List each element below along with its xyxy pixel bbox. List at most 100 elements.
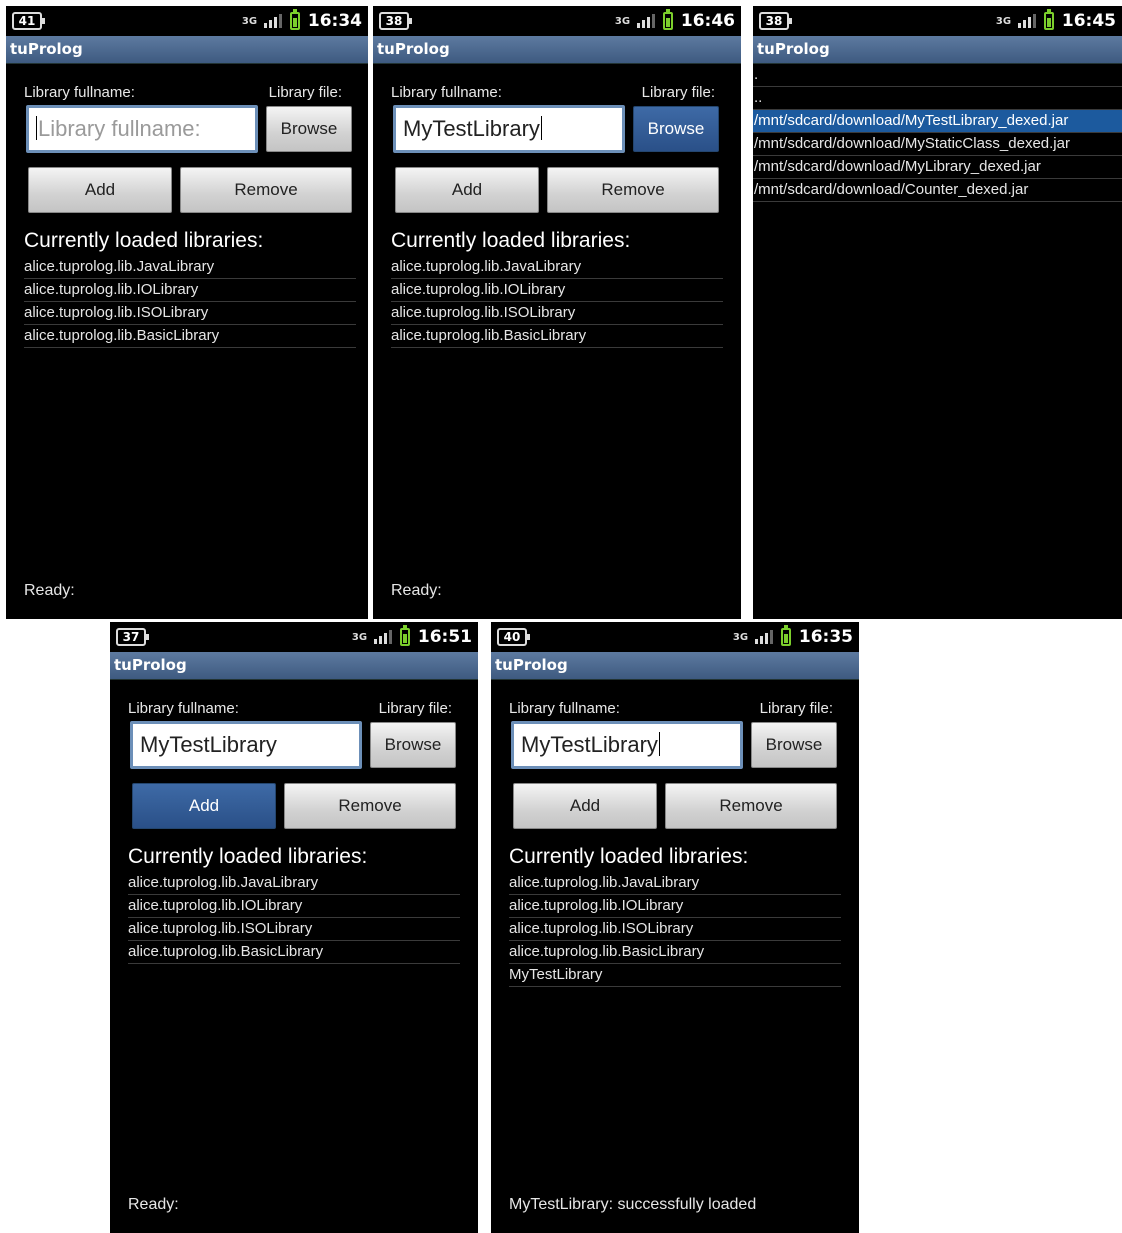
file-entry[interactable]: /mnt/sdcard/download/Counter_dexed.jar xyxy=(753,179,1122,202)
library-fullname-input[interactable]: MyTestLibrary xyxy=(393,105,625,153)
library-fullname-label: Library fullname: xyxy=(128,700,239,717)
file-entry[interactable]: /mnt/sdcard/download/MyLibrary_dexed.jar xyxy=(753,156,1122,179)
library-list-item[interactable]: alice.tuprolog.lib.ISOLibrary xyxy=(128,918,460,941)
clock: 16:46 xyxy=(680,11,735,31)
app-title: tuProlog xyxy=(114,656,187,674)
file-browser-list: . .. /mnt/sdcard/download/MyTestLibrary_… xyxy=(753,64,1122,202)
app-title-bar: tuProlog xyxy=(6,36,368,64)
add-button[interactable]: Add xyxy=(132,783,276,829)
notification-count-icon: 40 xyxy=(497,628,530,646)
library-fullname-label: Library fullname: xyxy=(509,700,620,717)
status-bar: 38 3G 16:45 xyxy=(753,6,1122,36)
remove-button[interactable]: Remove xyxy=(284,783,456,829)
network-3g-icon: 3G xyxy=(614,15,631,27)
phone-screen-1: 41 3G 16:34 tuProlog Library fullname: L… xyxy=(6,6,368,619)
library-fullname-label: Library fullname: xyxy=(391,84,502,101)
library-list-item[interactable]: alice.tuprolog.lib.IOLibrary xyxy=(509,895,841,918)
battery-icon xyxy=(780,625,791,646)
library-list-item[interactable]: alice.tuprolog.lib.BasicLibrary xyxy=(509,941,841,964)
signal-strength-icon xyxy=(754,630,773,644)
remove-button[interactable]: Remove xyxy=(547,167,719,213)
phone-screen-2: 38 3G 16:46 tuProlog Library fullname: L… xyxy=(373,6,741,619)
library-list-item[interactable]: alice.tuprolog.lib.JavaLibrary xyxy=(128,872,460,895)
battery-icon xyxy=(289,9,300,30)
library-list-item[interactable]: alice.tuprolog.lib.ISOLibrary xyxy=(509,918,841,941)
loaded-libraries-list: alice.tuprolog.lib.JavaLibrary alice.tup… xyxy=(128,872,460,964)
file-entry-parent-dir[interactable]: .. xyxy=(753,87,1122,110)
library-list-item[interactable]: alice.tuprolog.lib.ISOLibrary xyxy=(24,302,356,325)
status-text: MyTestLibrary: successfully loaded xyxy=(509,1196,757,1213)
app-title: tuProlog xyxy=(377,40,450,58)
battery-icon xyxy=(1043,9,1054,30)
phone-screen-3-file-browser: 38 3G 16:45 tuProlog . .. /mnt/sdcard/do… xyxy=(753,6,1122,619)
browse-button[interactable]: Browse xyxy=(751,722,837,768)
add-button[interactable]: Add xyxy=(395,167,539,213)
status-text: Ready: xyxy=(24,582,75,599)
library-file-label: Library file: xyxy=(268,84,342,101)
add-button[interactable]: Add xyxy=(28,167,172,213)
browse-button[interactable]: Browse xyxy=(370,722,456,768)
status-bar: 37 3G 16:51 xyxy=(110,622,478,652)
network-3g-icon: 3G xyxy=(351,631,368,643)
file-entry-selected[interactable]: /mnt/sdcard/download/MyTestLibrary_dexed… xyxy=(753,110,1122,133)
loaded-libraries-list: alice.tuprolog.lib.JavaLibrary alice.tup… xyxy=(24,256,356,348)
library-fullname-input[interactable]: MyTestLibrary xyxy=(130,721,362,769)
library-list-item[interactable]: alice.tuprolog.lib.BasicLibrary xyxy=(128,941,460,964)
library-list-item[interactable]: alice.tuprolog.lib.JavaLibrary xyxy=(391,256,723,279)
loaded-libraries-list: alice.tuprolog.lib.JavaLibrary alice.tup… xyxy=(509,872,841,987)
phone-screen-5: 40 3G 16:35 tuProlog Library fullname: L… xyxy=(491,622,859,1233)
library-list-item[interactable]: alice.tuprolog.lib.BasicLibrary xyxy=(391,325,723,348)
status-bar: 40 3G 16:35 xyxy=(491,622,859,652)
loaded-libraries-heading: Currently loaded libraries: xyxy=(24,229,264,252)
loaded-libraries-heading: Currently loaded libraries: xyxy=(509,845,749,868)
library-list-item[interactable]: MyTestLibrary xyxy=(509,964,841,987)
clock: 16:45 xyxy=(1061,11,1116,31)
signal-strength-icon xyxy=(373,630,392,644)
library-list-item[interactable]: alice.tuprolog.lib.JavaLibrary xyxy=(509,872,841,895)
library-fullname-input[interactable]: MyTestLibrary xyxy=(511,721,743,769)
network-3g-icon: 3G xyxy=(995,15,1012,27)
signal-strength-icon xyxy=(263,14,282,28)
notification-count-icon: 37 xyxy=(116,628,149,646)
library-file-label: Library file: xyxy=(641,84,715,101)
library-list-item[interactable]: alice.tuprolog.lib.IOLibrary xyxy=(391,279,723,302)
file-entry[interactable]: /mnt/sdcard/download/MyStaticClass_dexed… xyxy=(753,133,1122,156)
status-bar: 41 3G 16:34 xyxy=(6,6,368,36)
loaded-libraries-heading: Currently loaded libraries: xyxy=(391,229,631,252)
library-list-item[interactable]: alice.tuprolog.lib.JavaLibrary xyxy=(24,256,356,279)
library-fullname-input[interactable]: Library fullname: xyxy=(26,105,258,153)
battery-icon xyxy=(399,625,410,646)
library-file-label: Library file: xyxy=(759,700,833,717)
notification-count-icon: 38 xyxy=(759,12,792,30)
library-list-item[interactable]: alice.tuprolog.lib.IOLibrary xyxy=(128,895,460,918)
library-list-item[interactable]: alice.tuprolog.lib.BasicLibrary xyxy=(24,325,356,348)
app-title: tuProlog xyxy=(495,656,568,674)
network-3g-icon: 3G xyxy=(732,631,749,643)
notification-count-icon: 41 xyxy=(12,12,45,30)
status-bar: 38 3G 16:46 xyxy=(373,6,741,36)
remove-button[interactable]: Remove xyxy=(665,783,837,829)
browse-button[interactable]: Browse xyxy=(266,106,352,152)
signal-strength-icon xyxy=(636,14,655,28)
file-entry-current-dir[interactable]: . xyxy=(753,64,1122,87)
phone-screen-4: 37 3G 16:51 tuProlog Library fullname: L… xyxy=(110,622,478,1233)
network-3g-icon: 3G xyxy=(241,15,258,27)
app-title-bar: tuProlog xyxy=(753,36,1122,64)
battery-icon xyxy=(662,9,673,30)
loaded-libraries-heading: Currently loaded libraries: xyxy=(128,845,368,868)
clock: 16:35 xyxy=(798,627,853,647)
status-text: Ready: xyxy=(128,1196,179,1213)
app-title: tuProlog xyxy=(757,40,830,58)
app-title: tuProlog xyxy=(10,40,83,58)
loaded-libraries-list: alice.tuprolog.lib.JavaLibrary alice.tup… xyxy=(391,256,723,348)
app-title-bar: tuProlog xyxy=(373,36,741,64)
browse-button[interactable]: Browse xyxy=(633,106,719,152)
add-button[interactable]: Add xyxy=(513,783,657,829)
remove-button[interactable]: Remove xyxy=(180,167,352,213)
library-list-item[interactable]: alice.tuprolog.lib.IOLibrary xyxy=(24,279,356,302)
app-title-bar: tuProlog xyxy=(110,652,478,680)
library-file-label: Library file: xyxy=(378,700,452,717)
notification-count-icon: 38 xyxy=(379,12,412,30)
clock: 16:51 xyxy=(417,627,472,647)
library-list-item[interactable]: alice.tuprolog.lib.ISOLibrary xyxy=(391,302,723,325)
